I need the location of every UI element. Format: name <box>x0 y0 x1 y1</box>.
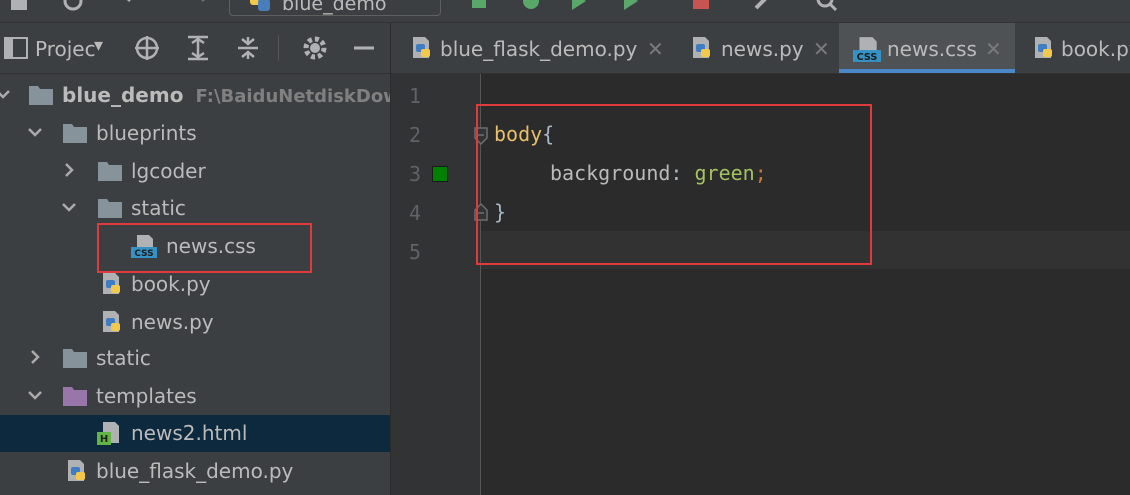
tab-label: news.css <box>887 37 977 61</box>
toolbar-separator <box>278 35 279 61</box>
python-file-icon <box>103 311 120 332</box>
folder-icon <box>98 162 122 181</box>
run-configuration-selector[interactable]: blue_demo ▾ <box>229 0 441 16</box>
close-icon[interactable]: ✕ <box>813 37 830 61</box>
tree-item-label: book.py <box>131 272 211 296</box>
gear-icon[interactable] <box>302 35 328 61</box>
tree-item-label: static <box>96 346 151 370</box>
tree-item-news-py[interactable]: news.py <box>0 304 390 341</box>
folder-icon <box>63 349 87 368</box>
build-icon[interactable] <box>468 0 490 12</box>
save-icon[interactable] <box>8 0 30 12</box>
chevron-right-icon[interactable] <box>60 161 78 179</box>
debug-icon[interactable] <box>520 0 542 12</box>
expand-all-icon[interactable] <box>186 35 210 61</box>
tree-item-blue-flask-demo-py[interactable]: blue_flask_demo.py <box>0 453 390 490</box>
forward-icon[interactable] <box>188 0 210 12</box>
tab-label: blue_flask_demo.py <box>440 37 638 61</box>
tab-book-py[interactable]: book.py <box>1027 23 1130 73</box>
chevron-down-icon[interactable]: ▾ <box>94 35 103 56</box>
project-panel-header: Project ▾ <box>0 23 390 74</box>
line-number: 4 <box>408 201 421 225</box>
line-number: 3 <box>408 162 421 186</box>
folder-icon <box>29 86 53 105</box>
python-file-icon <box>413 37 430 58</box>
project-panel-icon <box>4 37 28 59</box>
tree-item-label: news.py <box>131 310 214 334</box>
tab-news-py[interactable]: news.py ✕ <box>681 23 837 73</box>
python-file-icon <box>1035 37 1052 58</box>
tree-item-static-blueprints[interactable]: static <box>0 190 390 227</box>
chevron-down-icon[interactable] <box>60 198 78 216</box>
tree-item-static[interactable]: static <box>0 340 390 377</box>
active-tab-indicator <box>839 69 1015 73</box>
line-number: 2 <box>408 123 421 147</box>
tab-news-css[interactable]: CSS news.css ✕ <box>839 23 1015 73</box>
svg-text:H: H <box>100 434 108 445</box>
tree-item-label: templates <box>96 384 197 408</box>
tree-item-label: blue_demo <box>62 83 184 107</box>
chevron-right-icon[interactable] <box>26 348 44 366</box>
collapse-all-icon[interactable] <box>236 35 260 61</box>
python-file-icon <box>68 460 85 481</box>
tree-item-blue-demo[interactable]: blue_demo F:\BaiduNetdiskDow <box>0 77 390 114</box>
chevron-down-icon[interactable] <box>0 85 12 103</box>
python-run-icon <box>250 0 270 11</box>
svg-text:CSS: CSS <box>857 52 878 62</box>
tab-label: book.py <box>1061 37 1130 61</box>
project-tree: blue_demo F:\BaiduNetdiskDow blueprints l… <box>0 74 390 495</box>
editor-tab-bar: blue_flask_demo.py ✕ news.py ✕ CSS news.… <box>391 23 1130 74</box>
locate-file-icon[interactable] <box>134 35 160 61</box>
close-icon[interactable]: ✕ <box>985 37 1002 61</box>
chevron-down-icon[interactable] <box>26 386 44 404</box>
wrench-icon[interactable] <box>752 0 774 12</box>
code-highlight-box <box>476 104 872 265</box>
color-swatch-icon[interactable] <box>432 166 448 182</box>
tree-item-label: lgcoder <box>131 159 206 183</box>
tab-label: news.py <box>721 37 804 61</box>
run-coverage-icon[interactable] <box>568 0 590 12</box>
template-folder-icon <box>63 387 87 406</box>
main-toolbar: blue_demo ▾ <box>0 0 1130 23</box>
close-icon[interactable]: ✕ <box>647 37 664 61</box>
python-file-icon <box>103 273 120 294</box>
tab-blue-flask-demo-py[interactable]: blue_flask_demo.py ✕ <box>391 23 681 73</box>
chevron-down-icon[interactable] <box>26 123 44 141</box>
sync-icon[interactable] <box>62 0 84 12</box>
folder-icon <box>98 199 122 218</box>
chevron-down-icon: ▾ <box>282 0 290 8</box>
tree-item-label: blueprints <box>96 121 197 145</box>
tree-highlight-box <box>97 223 312 273</box>
back-icon[interactable] <box>122 0 144 12</box>
html-file-icon: H <box>97 422 119 445</box>
line-number: 1 <box>408 84 421 108</box>
tree-item-label: blue_flask_demo.py <box>96 459 294 483</box>
tree-item-label: static <box>131 196 186 220</box>
python-file-icon <box>693 37 710 58</box>
profile-icon[interactable] <box>620 0 642 12</box>
line-number: 5 <box>408 240 421 264</box>
search-icon[interactable] <box>816 0 838 12</box>
project-path: F:\BaiduNetdiskDow <box>195 86 390 107</box>
project-panel-title[interactable]: Project <box>35 37 95 61</box>
tree-item-blueprints[interactable]: blueprints <box>0 115 390 152</box>
tree-item-label: news2.html <box>131 421 248 445</box>
tree-item-news2-html[interactable]: H news2.html <box>0 415 390 452</box>
hide-panel-icon[interactable] <box>352 35 376 61</box>
folder-icon <box>63 124 87 143</box>
css-file-icon: CSS <box>853 37 881 62</box>
tree-item-templates[interactable]: templates <box>0 378 390 415</box>
tree-item-lgcoder[interactable]: lgcoder <box>0 153 390 190</box>
stop-icon[interactable] <box>690 0 712 12</box>
